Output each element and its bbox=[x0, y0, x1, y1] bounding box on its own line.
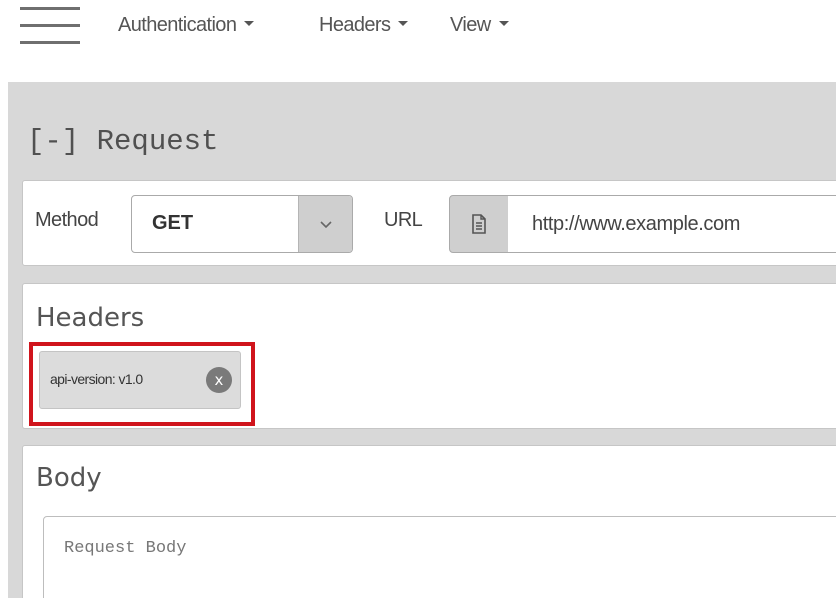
menu-authentication-label: Authentication bbox=[118, 14, 237, 36]
caret-down-icon bbox=[398, 21, 409, 27]
top-navbar: Authentication Headers View bbox=[0, 0, 836, 82]
request-body-input[interactable] bbox=[43, 516, 836, 598]
caret-down-icon bbox=[244, 21, 255, 27]
menu-authentication[interactable]: Authentication bbox=[118, 14, 255, 37]
headers-panel: Headers api-version: v1.0 x bbox=[22, 283, 836, 429]
header-tag: api-version: v1.0 x bbox=[39, 351, 241, 409]
request-section-toggle[interactable]: [-] Request bbox=[27, 125, 218, 158]
menu-view-label: View bbox=[450, 14, 491, 36]
menu-view[interactable]: View bbox=[450, 14, 509, 37]
request-line-panel: Method GET URL bbox=[22, 180, 836, 266]
method-select[interactable]: GET bbox=[131, 195, 353, 253]
document-icon bbox=[449, 195, 509, 253]
close-icon[interactable]: x bbox=[206, 367, 232, 393]
menu-headers-label: Headers bbox=[319, 14, 391, 36]
main-content: [-] Request Method GET URL Headers api-v… bbox=[8, 82, 836, 598]
body-title: Body bbox=[36, 463, 102, 493]
caret-down-icon bbox=[498, 21, 509, 27]
menu-headers[interactable]: Headers bbox=[319, 14, 409, 37]
body-panel: Body bbox=[22, 445, 836, 598]
url-input[interactable] bbox=[508, 195, 836, 253]
highlight-box: api-version: v1.0 x bbox=[29, 342, 255, 426]
method-select-value: GET bbox=[152, 212, 194, 234]
chevron-down-icon[interactable] bbox=[298, 196, 352, 252]
url-label: URL bbox=[384, 209, 423, 231]
hamburger-icon[interactable] bbox=[20, 4, 80, 44]
method-label: Method bbox=[35, 209, 99, 231]
headers-title: Headers bbox=[36, 303, 145, 333]
header-tag-text: api-version: v1.0 bbox=[50, 371, 143, 387]
